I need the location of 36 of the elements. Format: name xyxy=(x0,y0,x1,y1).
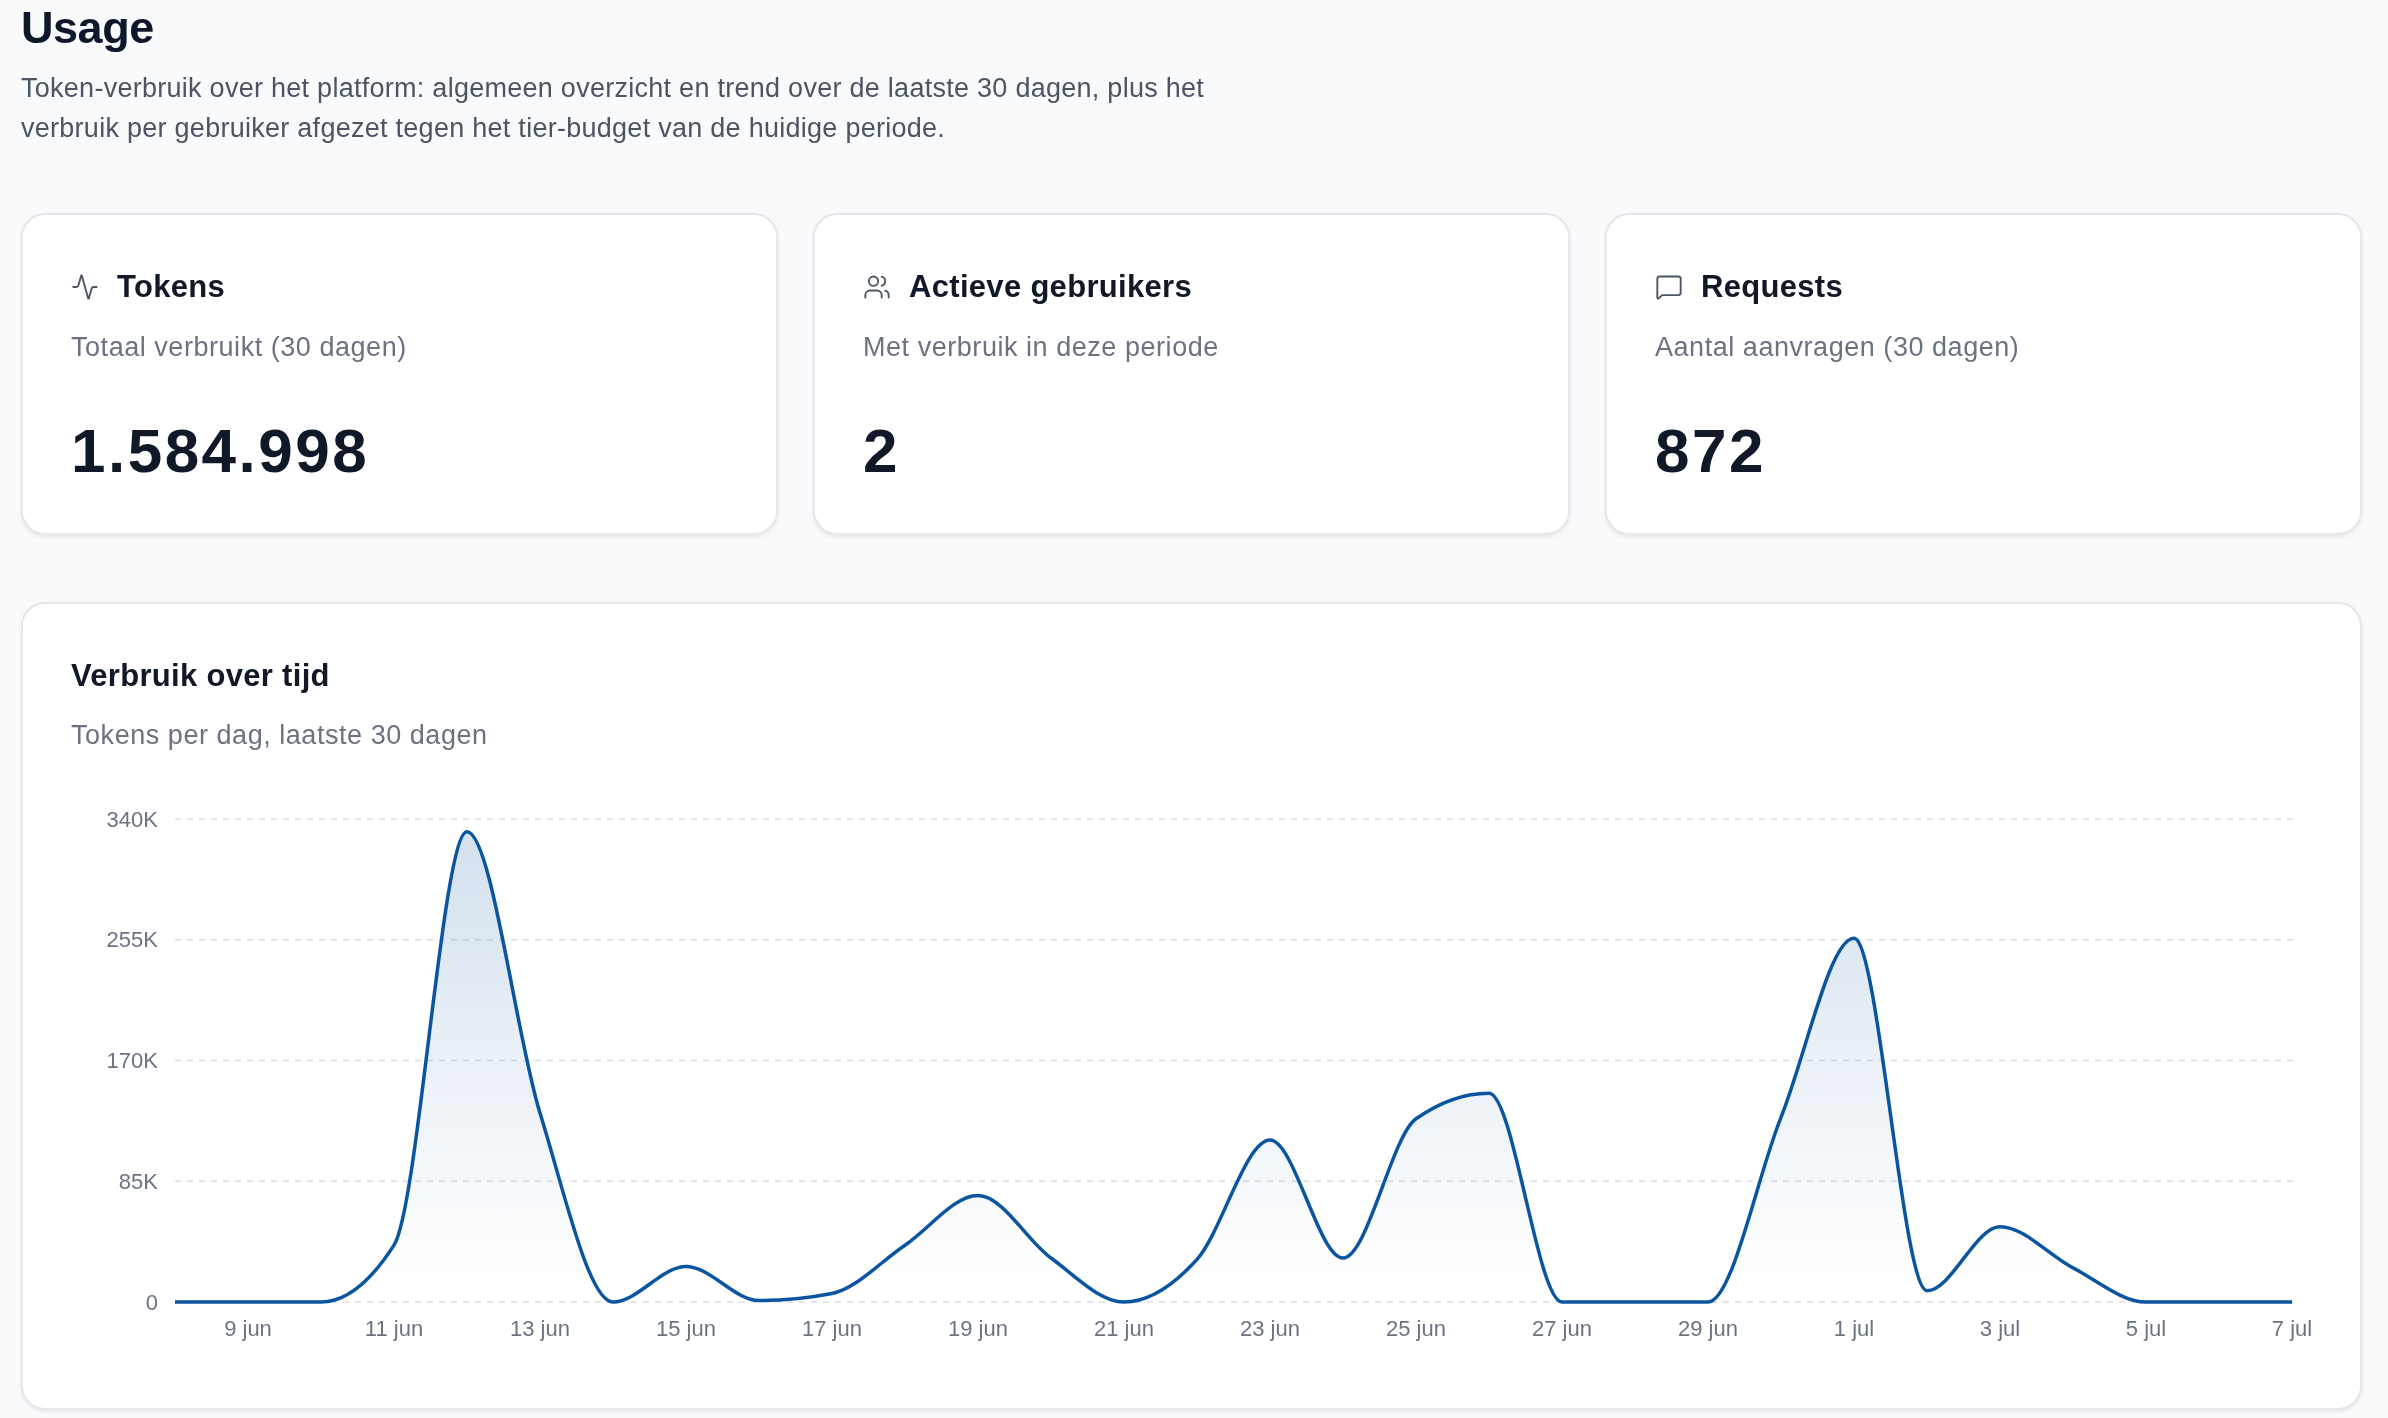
chart-subtitle: Tokens per dag, laatste 30 dagen xyxy=(71,719,488,752)
x-axis-label: 7 jul xyxy=(2271,1316,2312,1341)
page-description: Token-verbruik over het platform: algemeen overzicht en trend over de laatste 30 dagen, plus het verbruik per gebruiker afgezet tegen het tier-budget van de huidige periode. xyxy=(21,72,1206,145)
card-subtitle: Met verbruik in deze periode xyxy=(863,331,1219,364)
x-axis-label: 15 jun xyxy=(656,1316,716,1341)
x-axis-label: 11 jun xyxy=(364,1316,424,1341)
pulse-line-icon xyxy=(71,273,99,301)
card-title: Actieve gebruikers xyxy=(909,269,1192,305)
page-title: Usage xyxy=(21,2,154,54)
x-axis-label: 21 jun xyxy=(1094,1316,1154,1341)
stat-value: 1.584.998 xyxy=(71,420,370,482)
x-axis-label: 13 jun xyxy=(510,1316,570,1341)
x-axis-label: 3 jul xyxy=(1979,1316,2021,1341)
x-axis-label: 17 jun xyxy=(802,1316,862,1341)
card-subtitle: Totaal verbruikt (30 dagen) xyxy=(71,331,407,364)
users-icon xyxy=(863,273,891,301)
y-axis-label: 170K xyxy=(106,1048,158,1074)
card-subtitle: Aantal aanvragen (30 dagen) xyxy=(1655,331,2020,364)
x-axis-label: 29 jun xyxy=(1678,1316,1738,1341)
stat-value: 872 xyxy=(1655,420,1766,482)
x-axis-label: 27 jun xyxy=(1532,1316,1592,1341)
stat-value: 2 xyxy=(863,420,900,482)
card-title: Tokens xyxy=(117,269,226,305)
x-axis-label: 9 jun xyxy=(224,1316,272,1341)
y-axis-label: 0 xyxy=(145,1289,158,1315)
x-axis-label: 19 jun xyxy=(948,1316,1008,1341)
y-axis-label: 340K xyxy=(106,806,158,832)
x-axis-label: 5 jul xyxy=(2125,1316,2167,1341)
card-title: Requests xyxy=(1701,269,1844,305)
x-axis-label: 23 jun xyxy=(1240,1316,1300,1341)
x-axis-label: 1 jul xyxy=(1833,1316,1875,1341)
chart-title: Verbruik over tijd xyxy=(71,658,330,694)
y-axis-label: 85K xyxy=(118,1168,158,1194)
y-axis-label: 255K xyxy=(106,927,158,953)
x-axis-label: 25 jun xyxy=(1386,1316,1446,1341)
speech-bubble-icon xyxy=(1655,273,1683,301)
